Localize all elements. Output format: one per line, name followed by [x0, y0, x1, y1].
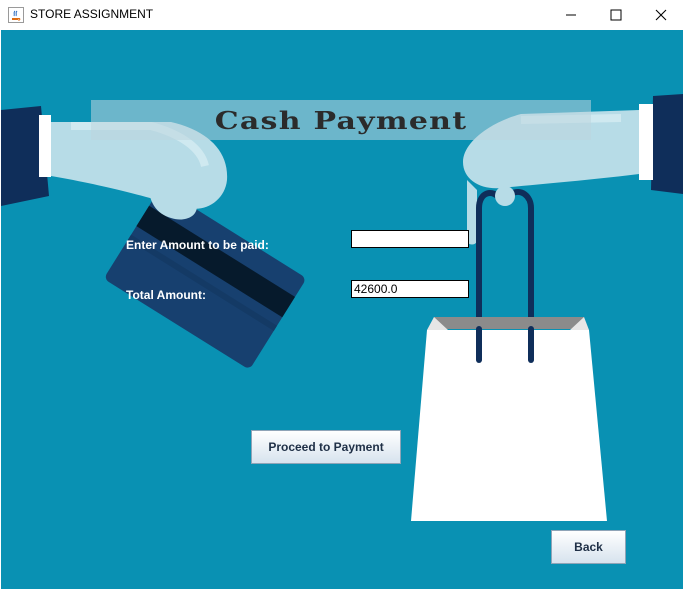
title-banner: Cash Payment — [91, 100, 591, 140]
page-title: Cash Payment — [214, 105, 468, 135]
proceed-to-payment-button[interactable]: Proceed to Payment — [251, 430, 401, 464]
close-window-button[interactable] — [638, 0, 684, 30]
credit-card — [105, 189, 305, 368]
minimize-icon — [566, 14, 576, 16]
bag-top — [432, 317, 586, 329]
amount-input[interactable] — [351, 230, 469, 248]
back-button[interactable]: Back — [551, 530, 626, 564]
right-sleeve — [651, 94, 683, 194]
java-app-icon — [8, 7, 24, 23]
payment-panel: Cash Payment Enter Amount to be paid: To… — [1, 30, 683, 589]
amount-label: Enter Amount to be paid: — [126, 238, 269, 252]
left-cuff — [39, 115, 51, 177]
shopping-bag — [411, 330, 607, 521]
total-amount-field[interactable] — [351, 280, 469, 298]
total-amount-label: Total Amount: — [126, 288, 206, 302]
minimize-button[interactable] — [548, 0, 594, 30]
maximize-icon — [610, 9, 622, 21]
close-icon — [655, 9, 667, 21]
right-cuff — [639, 104, 653, 180]
window-title: STORE ASSIGNMENT — [30, 7, 154, 21]
title-bar: STORE ASSIGNMENT — [0, 0, 684, 30]
application-window: STORE ASSIGNMENT Cash Payment Enter Amou… — [0, 0, 684, 590]
maximize-button[interactable] — [593, 0, 639, 30]
